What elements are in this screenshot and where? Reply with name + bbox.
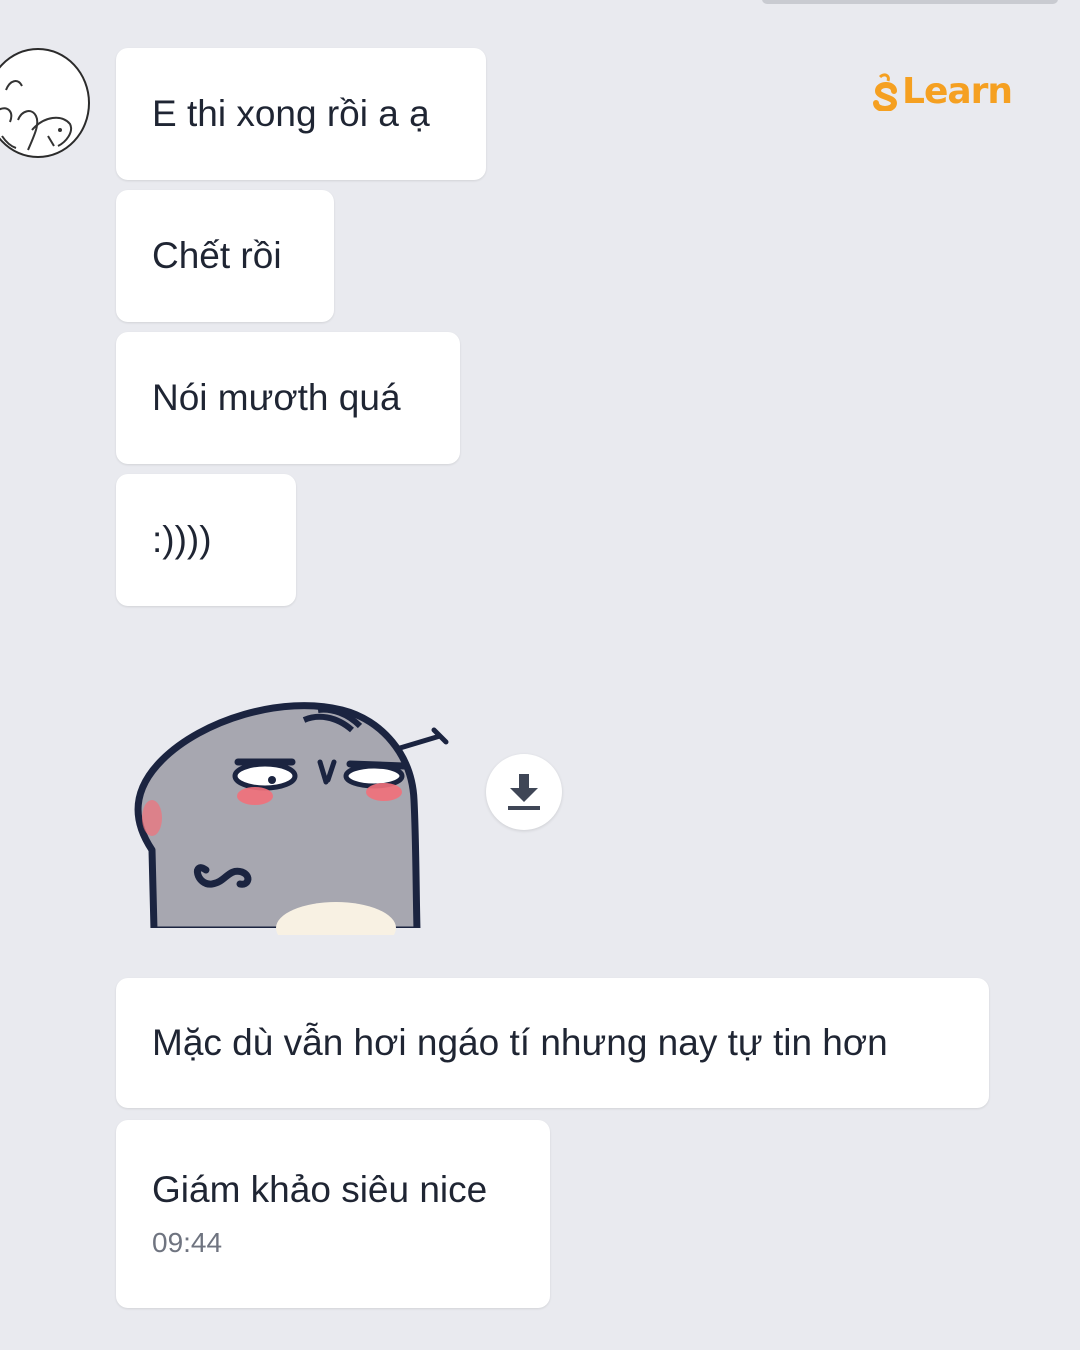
top-bar-fragment bbox=[762, 0, 1058, 4]
message-timestamp: 09:44 bbox=[152, 1227, 223, 1258]
sticker-image[interactable] bbox=[122, 700, 462, 954]
message-bubble[interactable]: Mặc dù vẫn hơi ngáo tí nhưng nay tự tin … bbox=[116, 978, 989, 1108]
message-bubble[interactable]: Chết rồi bbox=[116, 190, 334, 322]
brand-logo: Learn bbox=[872, 68, 1013, 114]
logo-text: Learn bbox=[902, 70, 1013, 112]
message-bubble[interactable]: :)))) bbox=[116, 474, 296, 606]
logo-mark-icon bbox=[873, 73, 898, 111]
message-text: :)))) bbox=[152, 519, 212, 560]
avatar-sketch-icon bbox=[0, 80, 72, 151]
download-icon bbox=[508, 774, 540, 810]
message-bubble[interactable]: E thi xong rồi a ạ bbox=[116, 48, 486, 180]
message-text: E thi xong rồi a ạ bbox=[152, 93, 430, 134]
message-text: Nói mươth quá bbox=[152, 377, 401, 418]
sender-avatar[interactable] bbox=[0, 48, 90, 158]
message-bubble[interactable]: Nói mươth quá bbox=[116, 332, 460, 464]
message-text: Mặc dù vẫn hơi ngáo tí nhưng nay tự tin … bbox=[152, 1022, 888, 1063]
message-bubble[interactable]: Giám khảo siêu nice 09:44 bbox=[116, 1120, 550, 1308]
message-text: Giám khảo siêu nice bbox=[152, 1169, 488, 1210]
sticker-grumpy-face-icon bbox=[134, 702, 449, 954]
message-text: Chết rồi bbox=[152, 235, 282, 276]
download-button[interactable] bbox=[486, 754, 562, 830]
